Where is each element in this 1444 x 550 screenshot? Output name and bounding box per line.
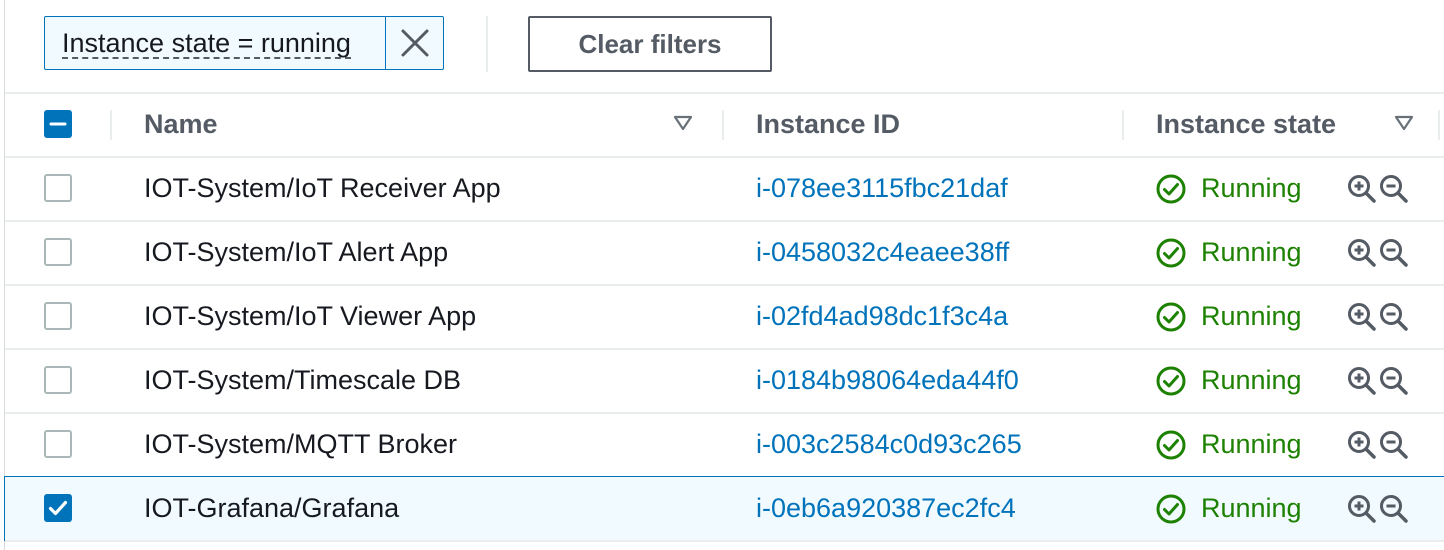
row-select-checkbox[interactable] (44, 238, 72, 266)
instance-id-link[interactable]: i-078ee3115fbc21daf (756, 157, 1008, 220)
instance-id-link[interactable]: i-0eb6a920387ec2fc4 (756, 477, 1016, 540)
status-success-icon (1156, 494, 1186, 523)
zoom-out-icon[interactable] (1378, 237, 1410, 269)
instance-state-label: Running (1201, 365, 1302, 395)
instance-name: IOT-System/Timescale DB (144, 365, 462, 395)
select-all-checkbox[interactable] (44, 110, 72, 138)
column-header-instance-id[interactable]: Instance ID (756, 92, 900, 156)
zoom-out-icon[interactable] (1378, 301, 1410, 333)
row-select-checkbox[interactable] (44, 494, 72, 522)
checkmark-icon (48, 500, 68, 516)
state-filter-actions (1346, 285, 1410, 348)
zoom-in-icon[interactable] (1346, 237, 1378, 269)
table-row[interactable]: IOT-System/IoT Receiver App i-078ee3115fb… (5, 157, 1444, 220)
instance-state: Running (1155, 477, 1302, 540)
instance-state-label: Running (1201, 429, 1302, 459)
close-icon[interactable] (386, 17, 444, 69)
zoom-in-icon[interactable] (1346, 493, 1378, 525)
column-separator (1122, 110, 1124, 140)
table-row[interactable]: IOT-System/IoT Viewer App i-02fd4ad98dc1f… (5, 285, 1444, 348)
zoom-out-icon[interactable] (1378, 365, 1410, 397)
status-success-icon (1156, 174, 1186, 203)
zoom-out-icon[interactable] (1378, 493, 1410, 525)
row-select-checkbox[interactable] (44, 366, 72, 394)
state-filter-actions (1346, 349, 1410, 412)
filter-token-label[interactable]: Instance state = running (62, 29, 351, 59)
table-row[interactable]: IOT-Grafana/Grafana i-0eb6a920387ec2fc4 Ru… (4, 476, 1444, 541)
column-header-name-label: Name (144, 108, 218, 139)
state-filter-actions (1346, 221, 1410, 284)
instance-name: IOT-System/IoT Alert App (144, 237, 449, 267)
state-filter-actions (1346, 477, 1410, 540)
status-success-icon (1156, 302, 1186, 331)
clear-filters-button[interactable]: Clear filters (528, 16, 772, 72)
column-separator (110, 110, 112, 140)
instance-state: Running (1155, 285, 1302, 348)
instance-name: IOT-System/IoT Viewer App (144, 301, 477, 331)
instance-id-link[interactable]: i-0184b98064eda44f0 (756, 349, 1019, 412)
column-separator (1438, 110, 1440, 140)
column-header-instance-state[interactable]: Instance state (1156, 92, 1336, 156)
filter-bar: Instance state = running Clear filters (0, 0, 1444, 92)
zoom-in-icon[interactable] (1346, 429, 1378, 461)
column-header-instance-state-label: Instance state (1156, 108, 1337, 139)
table-row[interactable]: IOT-System/Timescale DB i-0184b98064eda44… (5, 349, 1444, 412)
zoom-in-icon[interactable] (1346, 365, 1378, 397)
table-row[interactable]: IOT-System/MQTT Broker i-003c2584c0d93c26… (5, 413, 1444, 476)
column-separator (722, 110, 724, 140)
instance-state: Running (1155, 413, 1302, 476)
zoom-in-icon[interactable] (1346, 173, 1378, 205)
zoom-out-icon[interactable] (1378, 173, 1410, 205)
status-success-icon (1156, 366, 1186, 395)
zoom-out-icon[interactable] (1378, 429, 1410, 461)
filter-token-remove-button[interactable] (386, 17, 444, 69)
row-select-checkbox[interactable] (44, 174, 72, 202)
column-header-name[interactable]: Name (144, 92, 218, 156)
status-success-icon (1156, 430, 1186, 459)
row-select-checkbox[interactable] (44, 302, 72, 330)
instance-state-label: Running (1201, 173, 1302, 203)
table-header-row: Name Instance ID Instance state (5, 92, 1444, 156)
filter-token[interactable]: Instance state = running (44, 16, 444, 70)
instance-name: IOT-Grafana/Grafana (144, 493, 400, 523)
instance-id-link[interactable]: i-0458032c4eaee38ff (756, 221, 1009, 284)
instance-id-link[interactable]: i-02fd4ad98dc1f3c4a (756, 285, 1008, 348)
instance-name: IOT-System/MQTT Broker (144, 429, 458, 459)
sort-caret-down-icon[interactable] (1393, 114, 1415, 132)
sort-caret-down-icon[interactable] (672, 114, 694, 132)
instance-state-label: Running (1201, 237, 1302, 267)
instance-state-label: Running (1201, 493, 1302, 523)
status-success-icon (1156, 238, 1186, 267)
filter-bar-divider (486, 16, 488, 72)
instance-state-label: Running (1201, 301, 1302, 331)
state-filter-actions (1346, 413, 1410, 476)
instance-name: IOT-System/IoT Receiver App (144, 173, 501, 203)
instance-state: Running (1155, 349, 1302, 412)
indeterminate-icon (49, 122, 67, 126)
column-header-instance-id-label: Instance ID (756, 108, 901, 139)
row-select-checkbox[interactable] (44, 430, 72, 458)
instance-state: Running (1155, 157, 1302, 220)
instance-state: Running (1155, 221, 1302, 284)
row-divider (5, 540, 1444, 542)
zoom-in-icon[interactable] (1346, 301, 1378, 333)
instance-id-link[interactable]: i-003c2584c0d93c265 (756, 413, 1022, 476)
table-row[interactable]: IOT-System/IoT Alert App i-0458032c4eaee3… (5, 221, 1444, 284)
state-filter-actions (1346, 157, 1410, 220)
